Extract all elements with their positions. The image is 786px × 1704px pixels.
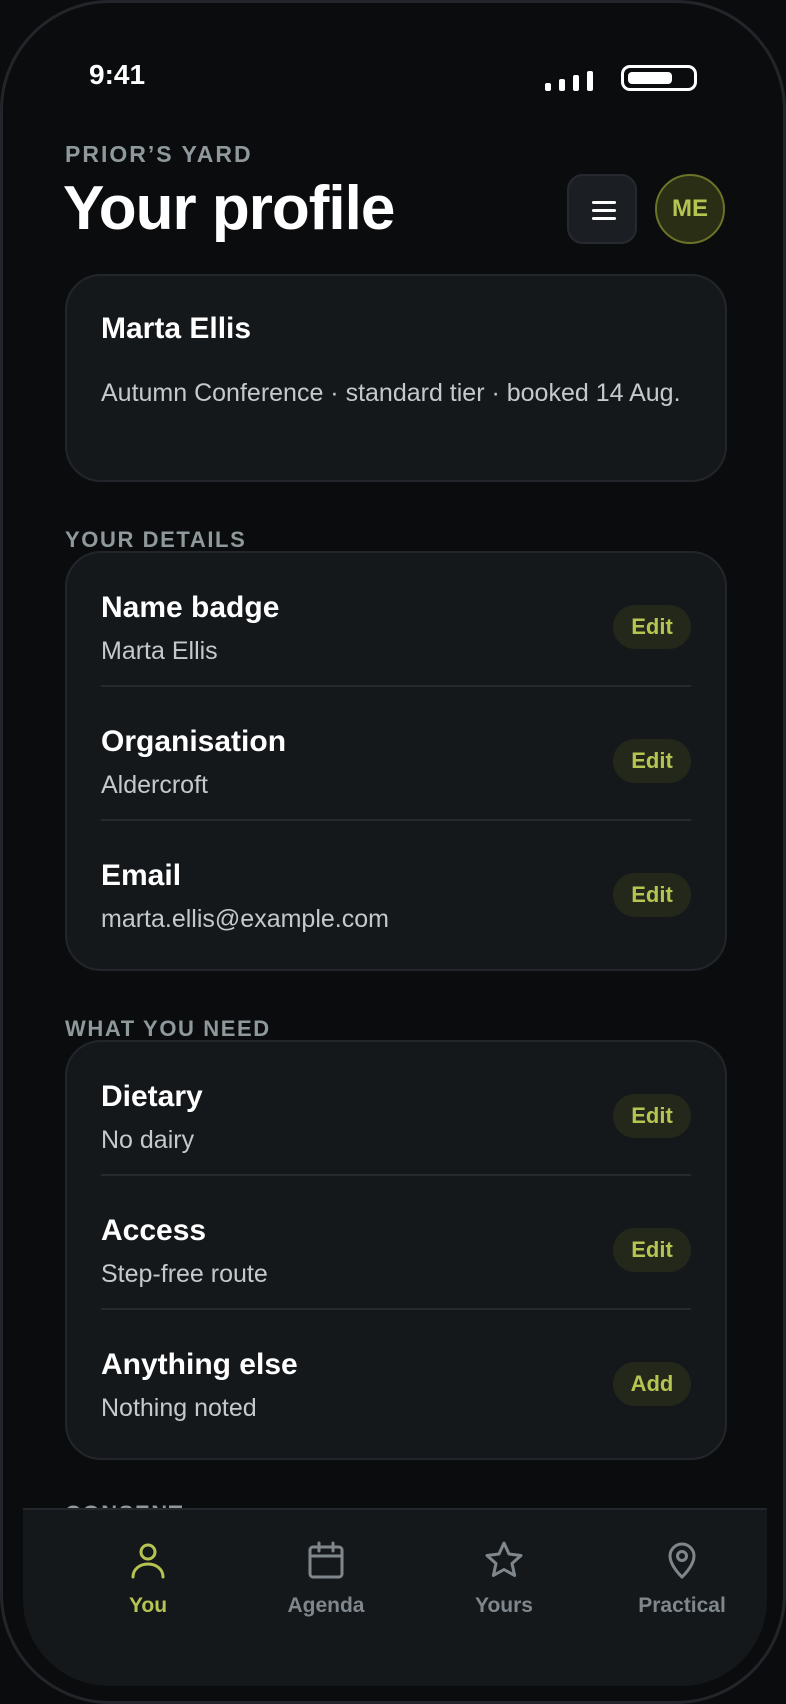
venue-eyebrow: PRIOR’S YARD bbox=[65, 141, 253, 167]
row-label: Access bbox=[101, 1214, 207, 1247]
tab-bar: You Agenda Yours Practical bbox=[23, 1508, 767, 1686]
star-icon bbox=[485, 1541, 523, 1577]
phone-frame: 9:41 PRIOR’S YARD Your profile ME Marta … bbox=[0, 0, 786, 1704]
row-value: Nothing noted bbox=[101, 1394, 257, 1422]
battery-icon bbox=[621, 65, 697, 91]
row-value: Step-free route bbox=[101, 1260, 268, 1288]
row-value: Marta Ellis bbox=[101, 637, 218, 665]
edit-email-button[interactable]: Edit bbox=[613, 873, 691, 917]
detail-row-organisation: Organisation Aldercroft Edit bbox=[101, 687, 691, 821]
row-value: Aldercroft bbox=[101, 771, 208, 799]
row-label: Name badge bbox=[101, 591, 280, 624]
row-value: No dairy bbox=[101, 1126, 195, 1154]
detail-row-email: Email marta.ellis@example.com Edit bbox=[101, 821, 691, 955]
needs-card: Dietary No dairy Edit Access Step-free r… bbox=[65, 1040, 727, 1460]
tab-yours[interactable]: Yours bbox=[424, 1540, 584, 1630]
status-bar: 9:41 bbox=[89, 55, 697, 99]
section-label-needs: WHAT YOU NEED bbox=[65, 1016, 271, 1041]
tab-label: Agenda bbox=[287, 1594, 365, 1617]
row-label: Anything else bbox=[101, 1348, 298, 1381]
row-value: marta.ellis@example.com bbox=[101, 905, 389, 933]
calendar-icon bbox=[308, 1541, 344, 1579]
person-icon bbox=[131, 1543, 165, 1579]
row-label: Email bbox=[101, 859, 182, 892]
profile-summary-card: Marta Ellis Autumn Conference · standard… bbox=[65, 274, 727, 482]
avatar[interactable]: ME bbox=[655, 174, 725, 244]
attendee-name: Marta Ellis bbox=[101, 312, 252, 345]
row-label: Organisation bbox=[101, 725, 287, 758]
map-pin-icon bbox=[668, 1542, 696, 1580]
need-row-anything-else: Anything else Nothing noted Add bbox=[101, 1310, 691, 1444]
tab-agenda[interactable]: Agenda bbox=[246, 1540, 406, 1630]
need-row-access: Access Step-free route Edit bbox=[101, 1176, 691, 1310]
status-time: 9:41 bbox=[89, 59, 146, 90]
tab-you[interactable]: You bbox=[68, 1540, 228, 1630]
section-label-details: YOUR DETAILS bbox=[65, 527, 247, 552]
page-title: Your profile bbox=[63, 174, 395, 243]
add-anything-else-button[interactable]: Add bbox=[613, 1362, 691, 1406]
detail-row-name-badge: Name badge Marta Ellis Edit bbox=[101, 553, 691, 687]
edit-dietary-button[interactable]: Edit bbox=[613, 1094, 691, 1138]
row-label: Dietary bbox=[101, 1080, 203, 1113]
menu-button[interactable] bbox=[567, 174, 637, 244]
edit-name-badge-button[interactable]: Edit bbox=[613, 605, 691, 649]
tab-label: You bbox=[128, 1594, 168, 1617]
booking-details: Autumn Conference · standard tier · book… bbox=[101, 379, 681, 407]
details-card: Name badge Marta Ellis Edit Organisation… bbox=[65, 551, 727, 971]
tab-label: Yours bbox=[475, 1594, 533, 1617]
need-row-dietary: Dietary No dairy Edit bbox=[101, 1042, 691, 1176]
edit-access-button[interactable]: Edit bbox=[613, 1228, 691, 1272]
tab-practical[interactable]: Practical bbox=[602, 1540, 762, 1630]
tab-label: Practical bbox=[638, 1594, 726, 1617]
edit-organisation-button[interactable]: Edit bbox=[613, 739, 691, 783]
signal-icon bbox=[545, 71, 593, 91]
